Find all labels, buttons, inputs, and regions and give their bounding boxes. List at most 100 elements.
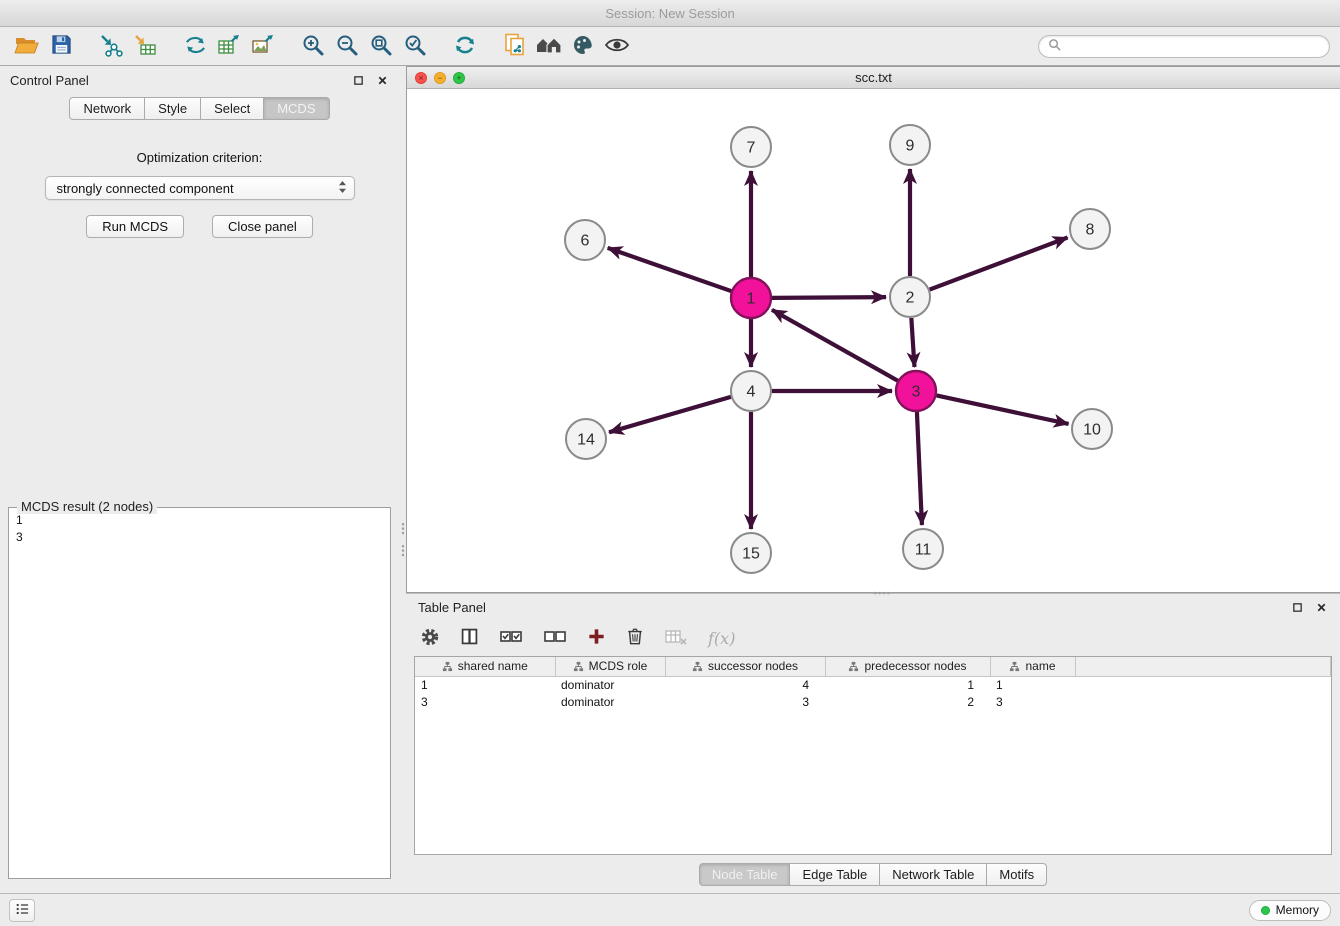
control-panel-title: Control Panel xyxy=(10,73,89,88)
delete-column-button[interactable] xyxy=(626,626,644,650)
close-panel-icon[interactable] xyxy=(375,73,389,87)
graph-node-9[interactable]: 9 xyxy=(890,125,930,165)
network-canvas[interactable]: 7 9 6 8 1 2 4 3 14 10 15 11 xyxy=(407,89,1340,592)
eye-icon xyxy=(604,33,630,60)
graph-node-1[interactable]: 1 xyxy=(731,278,771,318)
export-network-button[interactable] xyxy=(178,30,212,62)
cell-mcds-role[interactable]: dominator xyxy=(555,676,665,693)
splitter-handle[interactable] xyxy=(401,544,405,557)
tab-motifs[interactable]: Motifs xyxy=(987,863,1047,886)
deselect-all-button[interactable] xyxy=(543,627,567,650)
graph-node-3[interactable]: 3 xyxy=(896,371,936,411)
application-window: Session: New Session xyxy=(0,0,1340,926)
add-column-button[interactable] xyxy=(587,627,606,649)
graph-node-14[interactable]: 14 xyxy=(566,419,606,459)
graph-node-10[interactable]: 10 xyxy=(1072,409,1112,449)
graph-edge-3-1[interactable] xyxy=(772,310,898,381)
zoom-selected-button[interactable] xyxy=(398,30,432,62)
zoom-fit-button[interactable] xyxy=(364,30,398,62)
column-visibility-button[interactable] xyxy=(460,627,479,649)
zoom-out-icon xyxy=(335,33,359,60)
close-panel-button[interactable]: Close panel xyxy=(212,215,313,238)
network-graph[interactable]: 7 9 6 8 1 2 4 3 14 10 15 11 xyxy=(407,89,1340,592)
graph-node-8[interactable]: 8 xyxy=(1070,209,1110,249)
cell-predecessor-nodes[interactable]: 2 xyxy=(825,693,990,710)
column-header-predecessor-nodes[interactable]: predecessor nodes xyxy=(825,657,990,676)
tab-network[interactable]: Network xyxy=(69,97,145,120)
open-file-button[interactable] xyxy=(10,30,44,62)
minimize-window-button[interactable]: − xyxy=(434,72,446,84)
zoom-out-button[interactable] xyxy=(330,30,364,62)
graph-node-7[interactable]: 7 xyxy=(731,127,771,167)
table-row[interactable]: 1dominator411 xyxy=(415,676,1331,693)
graph-node-6[interactable]: 6 xyxy=(565,220,605,260)
cell-shared-name[interactable]: 3 xyxy=(415,693,555,710)
column-header-name[interactable]: name xyxy=(990,657,1075,676)
table-settings-button[interactable] xyxy=(420,627,440,650)
criterion-dropdown[interactable]: strongly connected component xyxy=(45,176,355,200)
network-window-titlebar[interactable]: × − + scc.txt xyxy=(407,67,1340,89)
tab-select[interactable]: Select xyxy=(201,97,264,120)
memory-button[interactable]: Memory xyxy=(1249,900,1331,921)
graph-node-11[interactable]: 11 xyxy=(903,529,943,569)
zoom-in-button[interactable] xyxy=(296,30,330,62)
cell-successor-nodes[interactable]: 4 xyxy=(665,676,825,693)
style-palette-button[interactable] xyxy=(566,30,600,62)
tab-mcds[interactable]: MCDS xyxy=(264,97,329,120)
graph-edge-4-14[interactable] xyxy=(609,397,731,432)
graph-edge-2-8[interactable] xyxy=(930,237,1068,289)
mcds-result-text[interactable]: 1 3 xyxy=(8,507,391,879)
search-box[interactable] xyxy=(1038,35,1330,58)
import-table-button[interactable] xyxy=(128,30,162,62)
graph-edge-1-2[interactable] xyxy=(772,297,886,298)
column-header-successor-nodes[interactable]: successor nodes xyxy=(665,657,825,676)
function-builder-button[interactable]: f(x) xyxy=(708,629,735,648)
export-image-button[interactable] xyxy=(246,30,280,62)
import-network-button[interactable] xyxy=(94,30,128,62)
horizontal-splitter-handle[interactable] xyxy=(873,591,891,596)
float-panel-icon[interactable] xyxy=(351,73,365,87)
refresh-layout-button[interactable] xyxy=(448,30,482,62)
close-table-panel-icon[interactable] xyxy=(1314,600,1328,614)
mcds-result-box: MCDS result (2 nodes) 1 3 xyxy=(8,499,391,879)
splitter-handle[interactable] xyxy=(401,522,405,535)
graph-edge-3-11[interactable] xyxy=(917,412,922,525)
column-header-mcds-role[interactable]: MCDS role xyxy=(555,657,665,676)
export-table-button[interactable] xyxy=(212,30,246,62)
panel-splitter[interactable] xyxy=(399,66,406,893)
save-session-button[interactable] xyxy=(44,30,78,62)
window-titlebar: Session: New Session xyxy=(0,0,1340,27)
cell-shared-name[interactable]: 1 xyxy=(415,676,555,693)
cell-predecessor-nodes[interactable]: 1 xyxy=(825,676,990,693)
tab-style[interactable]: Style xyxy=(145,97,201,120)
cell-mcds-role[interactable]: dominator xyxy=(555,693,665,710)
graph-edge-3-10[interactable] xyxy=(937,395,1069,424)
table-panel-tabs: Node Table Edge Table Network Table Moti… xyxy=(406,855,1340,893)
column-header-shared-name[interactable]: shared name xyxy=(415,657,555,676)
cell-successor-nodes[interactable]: 3 xyxy=(665,693,825,710)
import-table-icon xyxy=(132,33,158,60)
show-graphics-details-button[interactable] xyxy=(600,30,634,62)
graph-node-15[interactable]: 15 xyxy=(731,533,771,573)
graph-edge-2-3[interactable] xyxy=(911,318,914,367)
graph-node-2[interactable]: 2 xyxy=(890,277,930,317)
maximize-window-button[interactable]: + xyxy=(453,72,465,84)
tab-network-table[interactable]: Network Table xyxy=(880,863,987,886)
float-table-panel-icon[interactable] xyxy=(1290,600,1304,614)
select-all-button[interactable] xyxy=(499,627,523,650)
run-mcds-button[interactable]: Run MCDS xyxy=(86,215,184,238)
home-network-button[interactable] xyxy=(532,30,566,62)
tab-node-table[interactable]: Node Table xyxy=(699,863,791,886)
cell-name[interactable]: 3 xyxy=(990,693,1075,710)
copy-network-button[interactable] xyxy=(498,30,532,62)
search-input[interactable] xyxy=(1066,39,1320,53)
tab-edge-table[interactable]: Edge Table xyxy=(790,863,880,886)
graph-node-4[interactable]: 4 xyxy=(731,371,771,411)
svg-text:9: 9 xyxy=(906,138,915,155)
close-window-button[interactable]: × xyxy=(415,72,427,84)
cell-name[interactable]: 1 xyxy=(990,676,1075,693)
graph-edge-1-6[interactable] xyxy=(608,248,732,291)
delete-table-button[interactable] xyxy=(664,627,688,650)
task-history-button[interactable] xyxy=(9,899,35,922)
table-row[interactable]: 3dominator323 xyxy=(415,693,1331,710)
